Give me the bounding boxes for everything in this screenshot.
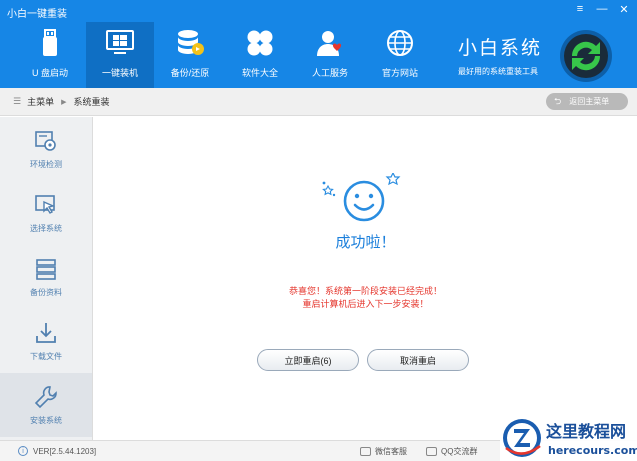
top-nav: U 盘启动 一键装机 备份/还原 软件大全 人工服务 官方网站: [16, 22, 436, 88]
nav-label: 官方网站: [381, 68, 418, 78]
list-icon: ☰: [13, 96, 22, 106]
brand-logo-icon: [560, 30, 612, 82]
wechat-label: 微信客服: [375, 447, 407, 456]
nav-label: U 盘启动: [31, 68, 68, 78]
wrench-install-icon: [34, 385, 57, 408]
nav-label: 一键装机: [101, 68, 138, 78]
brand-slogan: 最好用的系统重装工具: [458, 67, 538, 76]
nav-usb-boot[interactable]: U 盘启动: [16, 22, 84, 88]
main-panel: 成功啦！ 恭喜您！系统第一阶段安装已经完成！ 重启计算机后进入下一步安装！ 立即…: [94, 117, 637, 440]
watermark-site: herecours.com: [548, 444, 637, 457]
sidebar-item-select-system[interactable]: 选择系统: [0, 181, 92, 245]
download-file-icon: [36, 322, 56, 343]
back-to-main-button[interactable]: ⮌ 返回主菜单: [546, 93, 628, 110]
select-system-icon: [35, 194, 56, 214]
close-icon[interactable]: ✕: [617, 3, 631, 16]
breadcrumb-current: 系统重装: [73, 97, 110, 107]
version-info: i VER[2.5.44.1203]: [18, 446, 96, 456]
nav-one-click-install[interactable]: 一键装机: [86, 22, 154, 88]
sidebar-item-label: 选择系统: [30, 223, 62, 233]
clover-apps-icon: [247, 30, 273, 56]
sidebar-item-label: 备份资料: [30, 287, 62, 297]
qq-label: QQ交流群: [441, 447, 478, 456]
sidebar-item-label: 下载文件: [30, 351, 62, 361]
success-title: 成功啦！: [335, 234, 396, 251]
window-title: 小白一键重装: [7, 9, 67, 20]
nav-official-site[interactable]: 官方网站: [366, 22, 434, 88]
breadcrumb-root[interactable]: 主菜单: [27, 95, 54, 108]
menu-icon[interactable]: ≡: [573, 3, 587, 16]
info-icon: i: [18, 446, 28, 456]
sidebar-item-install-system[interactable]: 安装系统: [0, 373, 92, 437]
sidebar-item-label: 安装系统: [30, 415, 62, 425]
qq-icon: [426, 447, 437, 456]
nav-label: 人工服务: [311, 68, 348, 78]
back-arrow-icon: ⮌: [554, 95, 562, 106]
nav-human-service[interactable]: 人工服务: [296, 22, 364, 88]
app-header: 小白一键重装 ≡ — ✕ U 盘启动 一键装机 备份/还原 软件大全 人工服务 …: [0, 0, 637, 88]
sidebar-item-label: 环境检测: [30, 159, 62, 169]
restart-now-button[interactable]: 立即重启(6): [257, 349, 359, 371]
qq-group-link[interactable]: QQ交流群: [426, 446, 477, 457]
site-watermark: 这里教程网 herecours.com: [500, 414, 637, 461]
wechat-icon: [360, 447, 371, 456]
globe-icon: [387, 30, 413, 56]
watermark-title: 这里教程网: [546, 422, 626, 441]
step-sidebar: 环境检测 选择系统 备份资料 下载文件 安装系统: [0, 117, 93, 440]
nav-label: 备份/还原: [170, 68, 210, 78]
support-person-icon: [317, 31, 342, 56]
database-backup-icon: [178, 30, 204, 55]
nav-label: 软件大全: [241, 68, 278, 78]
sidebar-item-backup-data[interactable]: 备份资料: [0, 245, 92, 309]
breadcrumb-separator-icon: ▶: [61, 98, 67, 106]
smiley-face-icon: [322, 173, 401, 222]
minimize-icon[interactable]: —: [595, 3, 609, 16]
cancel-restart-button[interactable]: 取消重启: [367, 349, 469, 371]
sidebar-item-download-files[interactable]: 下载文件: [0, 309, 92, 373]
success-message-line1: 恭喜您！系统第一阶段安装已经完成！: [288, 286, 442, 296]
breadcrumb: ☰ 主菜单 ▶ 系统重装 ⮌ 返回主菜单: [0, 88, 637, 116]
sidebar-item-environment-check[interactable]: 环境检测: [0, 117, 92, 181]
brand: 小白系统 最好用的系统重装工具: [458, 33, 542, 77]
backup-data-icon: [36, 258, 56, 280]
nav-backup-restore[interactable]: 备份/还原: [156, 22, 224, 88]
monitor-windows-icon: [106, 30, 134, 54]
back-button-label: 返回主菜单: [569, 97, 610, 106]
nav-software[interactable]: 软件大全: [226, 22, 294, 88]
success-message-line2: 重启计算机后进入下一步安装！: [302, 299, 429, 309]
wechat-support-link[interactable]: 微信客服: [360, 446, 407, 457]
window-controls: ≡ — ✕: [573, 3, 631, 16]
usb-drive-icon: [43, 29, 57, 56]
environment-check-icon: [35, 130, 56, 151]
version-text: VER[2.5.44.1203]: [33, 446, 97, 456]
brand-name: 小白系统: [458, 38, 543, 59]
